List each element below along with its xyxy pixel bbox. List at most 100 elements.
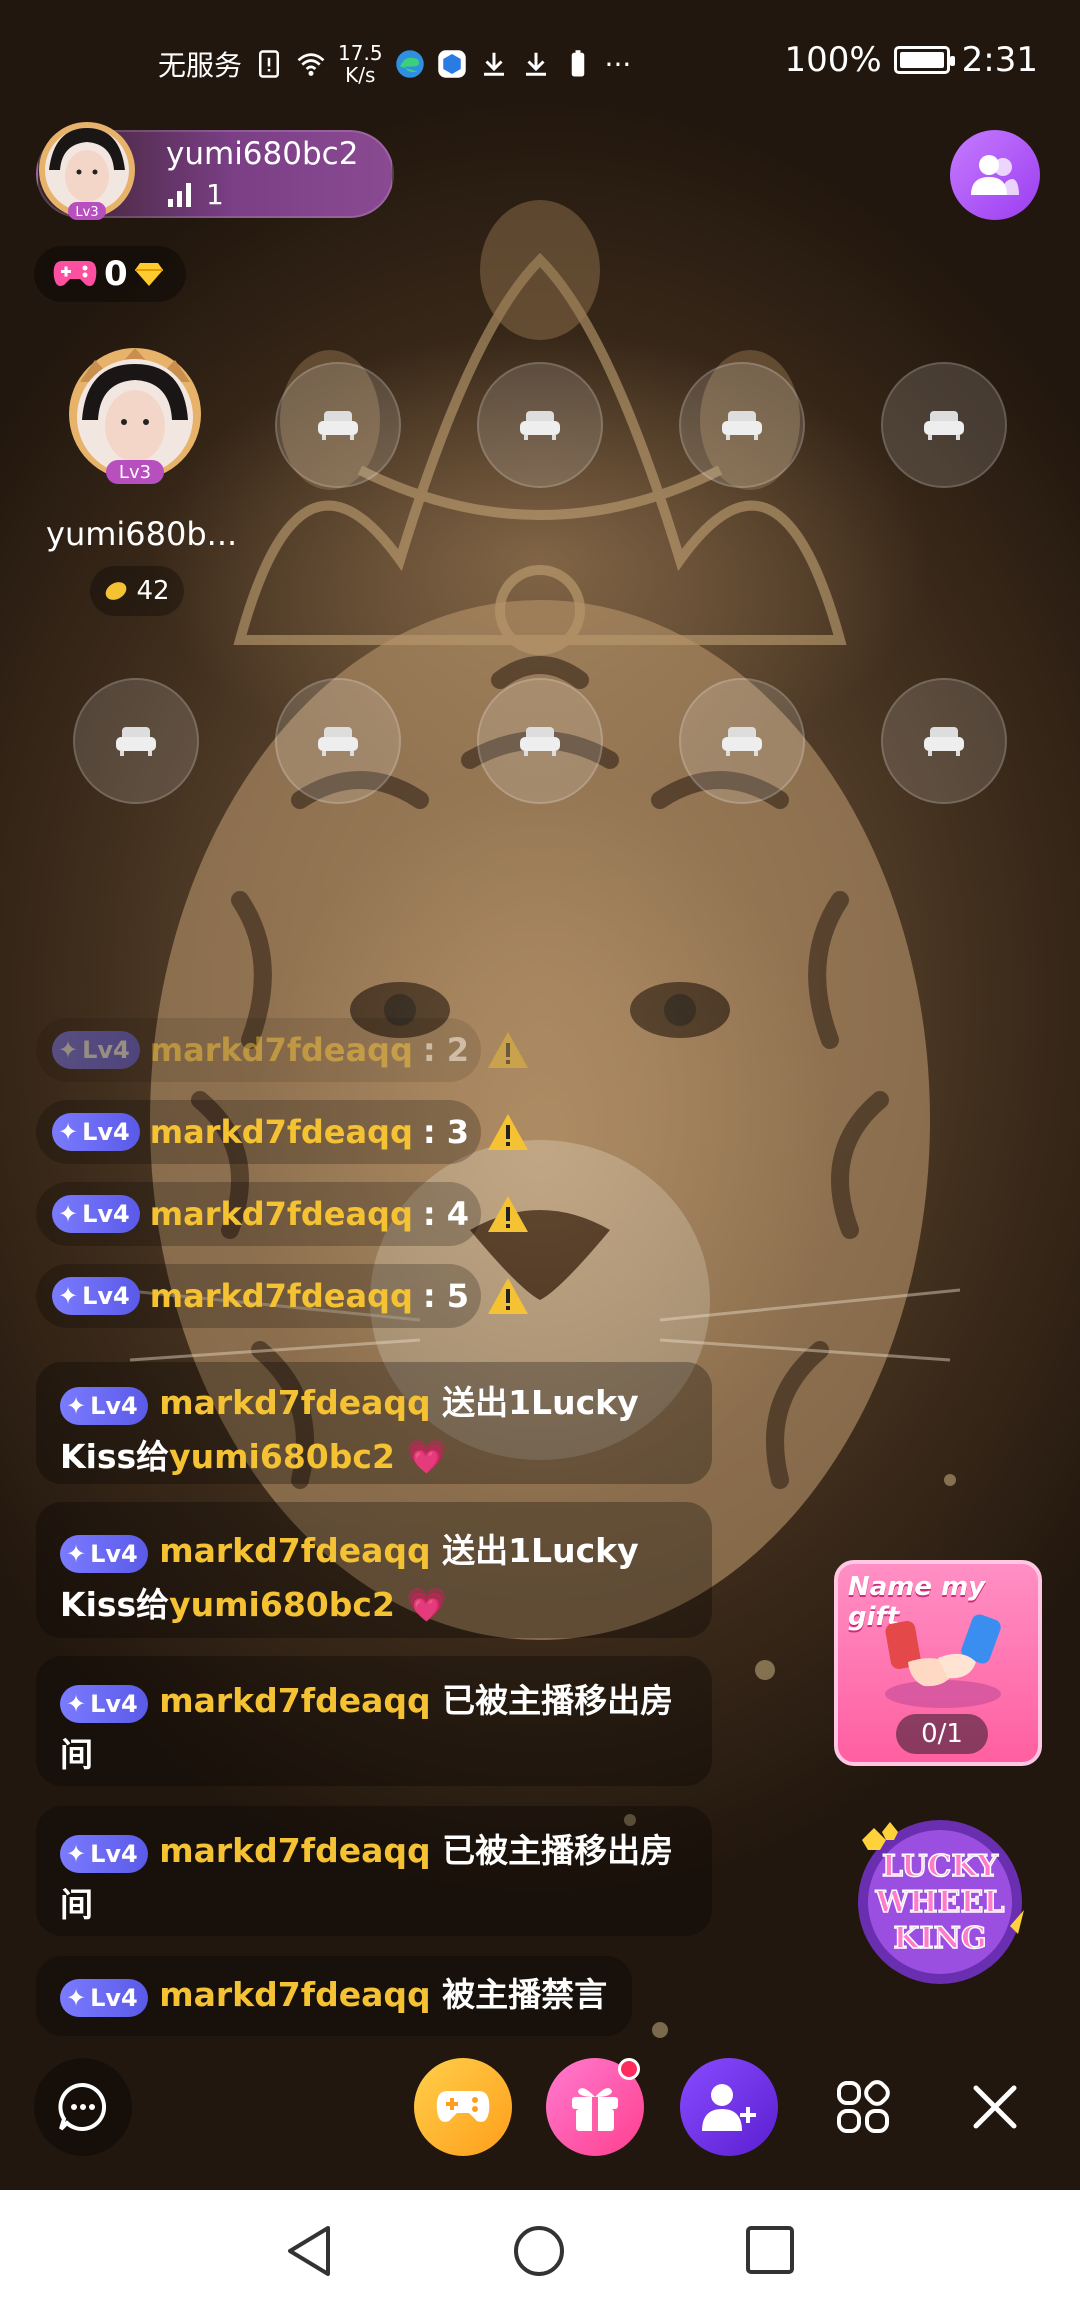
- gift-icon: [572, 2088, 618, 2131]
- chat-username[interactable]: markd7fdeaqq: [159, 1531, 430, 1570]
- sparkle-icon: ✦: [58, 1282, 79, 1310]
- grid-icon: [837, 2080, 890, 2133]
- close-room-button[interactable]: [946, 2058, 1044, 2156]
- host-seat-avatar[interactable]: Lv3: [60, 342, 210, 492]
- home-icon[interactable]: [512, 2224, 566, 2278]
- chat-text: Kiss给: [60, 1585, 170, 1624]
- host-fans: 1: [166, 178, 224, 211]
- name-my-gift-card[interactable]: Name my gift 0/1: [834, 1560, 1042, 1766]
- empty-seat[interactable]: [477, 362, 603, 488]
- chat-target[interactable]: yumi680bc2: [169, 1585, 395, 1624]
- chat-username[interactable]: markd7fdeaqq: [159, 1975, 430, 2014]
- warning-icon[interactable]: [486, 1030, 530, 1070]
- warning-icon[interactable]: [486, 1276, 530, 1316]
- sofa-icon: [722, 411, 762, 440]
- chat-text: 送出1Lucky: [442, 1531, 639, 1570]
- diamond-icon: [134, 263, 163, 286]
- level-text: Lv4: [82, 1036, 130, 1064]
- more-features-button[interactable]: [814, 2058, 912, 2156]
- battery-icon: [893, 46, 955, 74]
- chat-username[interactable]: markd7fdeaqq: [159, 1383, 430, 1422]
- chat-text: 间: [60, 1885, 93, 1924]
- empty-seat[interactable]: [881, 678, 1007, 804]
- chat-username[interactable]: markd7fdeaqq: [150, 1195, 413, 1233]
- host-fans-count: 1: [206, 178, 224, 211]
- chat-text: 已被主播移出房: [442, 1681, 674, 1720]
- empty-seat[interactable]: [275, 678, 401, 804]
- battery-saver-icon: [571, 50, 584, 77]
- wifi-icon: [297, 53, 325, 76]
- sparkle-icon: ✦: [66, 1984, 87, 2012]
- chat-text: Kiss给: [60, 1437, 170, 1476]
- gamepad-icon: [53, 261, 97, 286]
- chat-message[interactable]: ✦ Lv4 markd7fdeaqq : 3: [36, 1100, 482, 1164]
- lucky-wheel-king-button[interactable]: LUCKY WHEEL KING: [840, 1810, 1040, 1990]
- chat-username[interactable]: markd7fdeaqq: [150, 1277, 413, 1315]
- gift-button[interactable]: [546, 2058, 644, 2156]
- chat-username[interactable]: markd7fdeaqq: [150, 1113, 413, 1151]
- game-badge[interactable]: 0: [34, 246, 186, 302]
- signal-bars-icon: [168, 182, 191, 207]
- level-text: Lv4: [90, 1690, 138, 1718]
- sparkle-icon: ✦: [66, 1840, 87, 1868]
- chat-text: 间: [60, 1735, 93, 1774]
- invite-user-button[interactable]: [680, 2058, 778, 2156]
- chat-message[interactable]: ✦ Lv4 markd7fdeaqq : 5: [36, 1264, 482, 1328]
- sofa-icon: [318, 727, 358, 756]
- level-badge: ✦ Lv4: [60, 1835, 148, 1873]
- empty-seat[interactable]: [881, 362, 1007, 488]
- chat-target[interactable]: yumi680bc2: [169, 1437, 395, 1476]
- level-text: Lv4: [90, 1540, 138, 1568]
- empty-seat[interactable]: [477, 678, 603, 804]
- chat-message[interactable]: ✦ Lv4 markd7fdeaqq 送出1Lucky Kiss给yumi680b…: [36, 1502, 712, 1638]
- game-count: 0: [104, 254, 128, 294]
- chat-message[interactable]: ✦ Lv4 markd7fdeaqq 已被主播移出房 间: [36, 1806, 712, 1936]
- members-button[interactable]: [950, 130, 1040, 220]
- sofa-icon: [924, 727, 964, 756]
- chat-username[interactable]: markd7fdeaqq: [159, 1681, 430, 1720]
- host-seat-score-value: 42: [136, 576, 170, 606]
- empty-seat[interactable]: [275, 362, 401, 488]
- chat-message[interactable]: ✦ Lv4 markd7fdeaqq : 2: [36, 1018, 482, 1082]
- sparkle-icon: ✦: [66, 1392, 87, 1420]
- chat-username[interactable]: markd7fdeaqq: [159, 1831, 430, 1870]
- chat-message[interactable]: ✦ Lv4 markd7fdeaqq 被主播禁言: [36, 1956, 632, 2036]
- notification-dot: [618, 2058, 640, 2080]
- sofa-icon: [318, 411, 358, 440]
- chat-username[interactable]: markd7fdeaqq: [150, 1031, 413, 1069]
- warning-icon[interactable]: [486, 1194, 530, 1234]
- sofa-icon: [520, 411, 560, 440]
- sparkle-icon: ✦: [58, 1200, 79, 1228]
- chat-text: : 4: [422, 1195, 470, 1233]
- host-avatar[interactable]: Lv3: [34, 118, 140, 228]
- chat-text: : 2: [422, 1031, 470, 1069]
- level-text: Lv4: [82, 1282, 130, 1310]
- wheel-line2: WHEEL: [875, 1885, 1005, 1920]
- host-seat-level: Lv3: [119, 462, 151, 483]
- chat-input-button[interactable]: [34, 2058, 132, 2156]
- recents-icon[interactable]: [744, 2224, 796, 2276]
- status-bar: 无服务 17.5 K/s ··· 100% 2:31: [0, 0, 1080, 120]
- level-text: Lv4: [90, 1984, 138, 2012]
- level-badge: ✦ Lv4: [60, 1685, 148, 1723]
- host-seat-score: 42: [90, 566, 184, 616]
- warning-icon[interactable]: [486, 1112, 530, 1152]
- host-seat-name: yumi680b...: [46, 515, 238, 553]
- sparkle-icon: ✦: [58, 1118, 79, 1146]
- empty-seat[interactable]: [679, 678, 805, 804]
- members-icon: [971, 155, 1019, 195]
- chat-message[interactable]: ✦ Lv4 markd7fdeaqq 已被主播移出房 间: [36, 1656, 712, 1786]
- more-icon: ···: [604, 47, 632, 81]
- empty-seat[interactable]: [679, 362, 805, 488]
- empty-seat[interactable]: [73, 678, 199, 804]
- gift-card-progress: 0/1: [896, 1714, 988, 1754]
- back-icon[interactable]: [284, 2224, 334, 2278]
- level-badge: ✦ Lv4: [52, 1277, 140, 1315]
- host-name: yumi680bc2: [166, 136, 359, 172]
- network-speed-unit: K/s: [345, 63, 376, 87]
- wheel-line3: KING: [893, 1921, 986, 1956]
- battery-level: [899, 52, 944, 68]
- chat-message[interactable]: ✦ Lv4 markd7fdeaqq 送出1Lucky Kiss给yumi680b…: [36, 1362, 712, 1484]
- chat-message[interactable]: ✦ Lv4 markd7fdeaqq : 4: [36, 1182, 482, 1246]
- game-button[interactable]: [414, 2058, 512, 2156]
